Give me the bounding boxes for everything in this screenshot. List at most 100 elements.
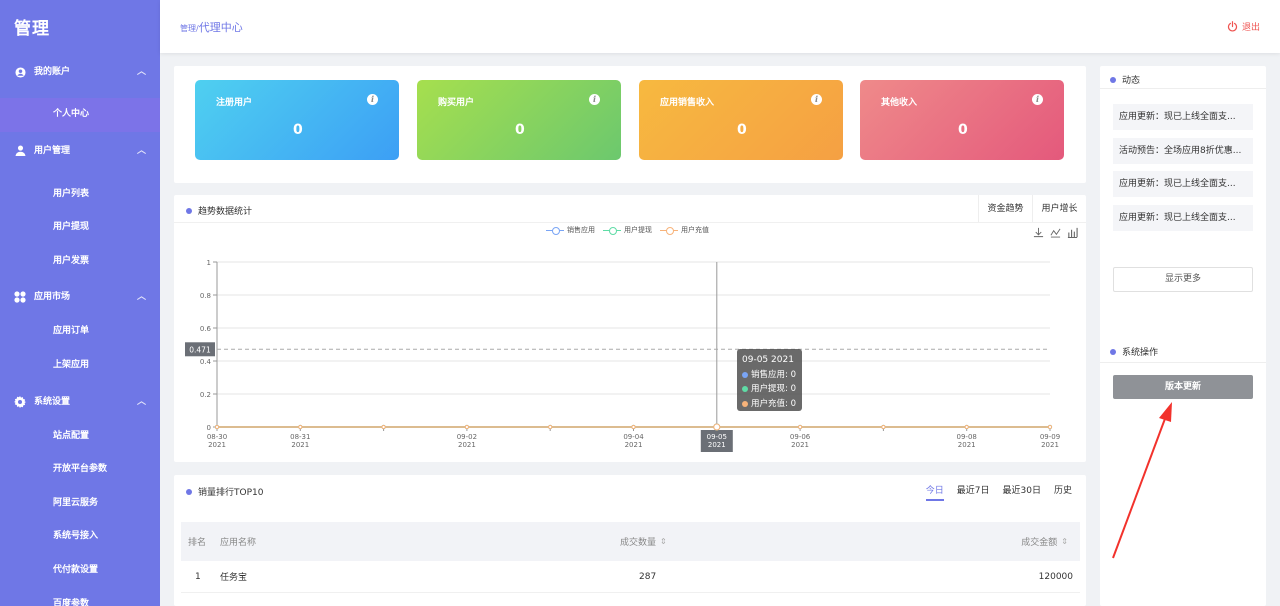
brand-title: 管理 [14, 19, 50, 39]
x-tick-label: 09-05 [707, 433, 727, 441]
tooltip-row: 销售应用: 0 [742, 368, 797, 383]
series-point[interactable] [798, 424, 803, 430]
info-icon[interactable]: i [1032, 94, 1043, 105]
news-title-text: 动态 [1122, 76, 1141, 86]
tab-7days[interactable]: 最近7日 [957, 483, 990, 501]
tooltip-text: 用户提现: 0 [751, 384, 796, 394]
tooltip-title: 09-05 2021 [742, 355, 794, 365]
top-header: 管理/ 代理中心 退出 [160, 0, 1280, 53]
x-tick-year: 2021 [958, 441, 976, 449]
y-tick-label: 0.8 [200, 292, 211, 300]
col-amount[interactable]: 成交金额 ⇕ [1021, 522, 1068, 561]
table-header: 排名 应用名称 成交数量 ⇕ 成交金额 ⇕ [181, 522, 1080, 561]
tab-today[interactable]: 今日 [925, 483, 944, 501]
news-item[interactable]: 应用更新：现已上线全面支... [1113, 104, 1253, 130]
menu-item-app-orders[interactable]: 应用订单 [0, 315, 160, 349]
logout-button[interactable]: 退出 [1227, 20, 1260, 33]
series-point[interactable] [298, 424, 303, 430]
chart-tooltip: 09-05 2021 销售应用: 0 用户提现: 0 用户充值: 0 [737, 349, 802, 411]
news-item[interactable]: 应用更新：现已上线全面支... [1113, 205, 1253, 231]
show-more-button[interactable]: 显示更多 [1113, 267, 1253, 292]
menu-item-baidu[interactable]: 百度参数 [0, 588, 160, 606]
series-point[interactable] [464, 424, 469, 430]
apps-icon [14, 291, 26, 303]
x-tick-year: 2021 [291, 441, 309, 449]
series-point[interactable] [631, 424, 636, 430]
menu-item-user-invoice[interactable]: 用户发票 [0, 245, 160, 279]
menu-item-profile[interactable]: 个人中心 [0, 98, 160, 132]
menu-item-user-withdraw[interactable]: 用户提现 [0, 211, 160, 245]
col-count[interactable]: 成交数量 ⇕ [620, 522, 667, 561]
menu-group-market[interactable]: 应用市场 ︿ [0, 283, 160, 311]
x-tick-label: 09-09 [1040, 433, 1060, 441]
menu-item-open-platform[interactable]: 开放平台参数 [0, 453, 160, 487]
sysops-title-text: 系统操作 [1122, 348, 1159, 358]
x-tick-label: 09-02 [457, 433, 477, 441]
y-tick-label: 0 [207, 424, 211, 432]
menu-group-label: 我的账户 [34, 67, 71, 77]
table-row[interactable]: 1 任务宝 287 120000 [181, 561, 1080, 593]
tab-30days[interactable]: 最近30日 [1003, 483, 1041, 501]
series-point[interactable] [713, 423, 721, 431]
stat-value: 0 [958, 122, 968, 138]
stat-label: 其他收入 [881, 98, 918, 108]
menu-group-settings[interactable]: 系统设置 ︿ [0, 388, 160, 416]
news-item[interactable]: 活动预告：全场应用8折优惠... [1113, 138, 1253, 164]
cell-rank: 1 [195, 571, 201, 582]
menu-group-label: 应用市场 [34, 292, 71, 303]
series-point[interactable] [881, 424, 886, 430]
ranking-title: 销量排行TOP10 [186, 485, 263, 498]
tooltip-dot [742, 400, 748, 407]
ranking-panel: 销量排行TOP10 今日 最近7日 最近30日 历史 排名 应用名称 成交数量 ⇕… [174, 475, 1086, 606]
stat-value: 0 [737, 122, 747, 138]
menu-group-account[interactable]: 我的账户 ︿ [0, 58, 160, 86]
y-tick-label: 0.4 [200, 358, 212, 366]
info-icon[interactable]: i [811, 94, 822, 105]
breadcrumb-parent[interactable]: 管理/ [180, 23, 199, 34]
y-tick-label: 0.6 [200, 325, 212, 333]
divider [1100, 88, 1266, 89]
col-count-label: 成交数量 [620, 538, 657, 548]
menu-item-payment[interactable]: 代付款设置 [0, 554, 160, 588]
version-update-button[interactable]: 版本更新 [1113, 375, 1253, 399]
menu-item-aliyun[interactable]: 阿里云服务 [0, 487, 160, 521]
tooltip-text: 用户充值: 0 [751, 398, 796, 409]
menu-item-site-config[interactable]: 站点配置 [0, 420, 160, 454]
info-icon[interactable]: i [589, 94, 600, 105]
ranking-title-text: 销量排行TOP10 [198, 488, 264, 498]
chevron-up-icon: ︿ [136, 145, 146, 156]
menu-item-system-account[interactable]: 系统号接入 [0, 520, 160, 554]
series-point[interactable] [964, 424, 969, 430]
info-icon[interactable]: i [367, 94, 378, 105]
x-tick-label: 09-08 [957, 433, 977, 441]
stat-card-registered[interactable]: 注册用户 i 0 [195, 80, 399, 160]
stat-card-buyers[interactable]: 购买用户 i 0 [417, 80, 621, 160]
menu-item-user-list[interactable]: 用户列表 [0, 178, 160, 212]
menu-group-users[interactable]: 用户管理 ︿ [0, 137, 160, 165]
crosshair-value-label: 0.471 [189, 345, 211, 354]
x-tick-year: 2021 [208, 441, 226, 449]
title-dot [1110, 76, 1116, 83]
tooltip-row: 用户提现: 0 [742, 382, 797, 397]
x-tick-year: 2021 [1041, 441, 1059, 449]
stat-card-other[interactable]: 其他收入 i 0 [860, 80, 1064, 160]
x-tick-year: 2021 [458, 441, 476, 449]
menu-item-publish-app[interactable]: 上架应用 [0, 349, 160, 383]
stat-value: 0 [515, 122, 525, 138]
y-tick-label: 0.2 [200, 391, 211, 399]
news-item[interactable]: 应用更新：现已上线全面支... [1113, 171, 1253, 197]
series-point[interactable] [381, 424, 386, 430]
x-tick-label: 08-30 [207, 433, 227, 441]
cell-count: 287 [639, 571, 657, 582]
series-point[interactable] [548, 424, 553, 430]
tooltip-dot [742, 371, 748, 378]
col-amount-label: 成交金额 [1021, 538, 1058, 548]
ranking-tabs: 今日 最近7日 最近30日 历史 [925, 483, 1072, 501]
tab-history[interactable]: 历史 [1054, 483, 1072, 501]
series-point[interactable] [214, 424, 220, 430]
chevron-up-icon: ︿ [136, 396, 146, 407]
stat-card-sales[interactable]: 应用销售收入 i 0 [639, 80, 843, 160]
series-point[interactable] [1047, 424, 1053, 430]
sysops-title: 系统操作 [1110, 345, 1158, 358]
trend-chart[interactable]: 00.20.40.60.8108-30202108-31202109-02202… [174, 195, 1086, 462]
